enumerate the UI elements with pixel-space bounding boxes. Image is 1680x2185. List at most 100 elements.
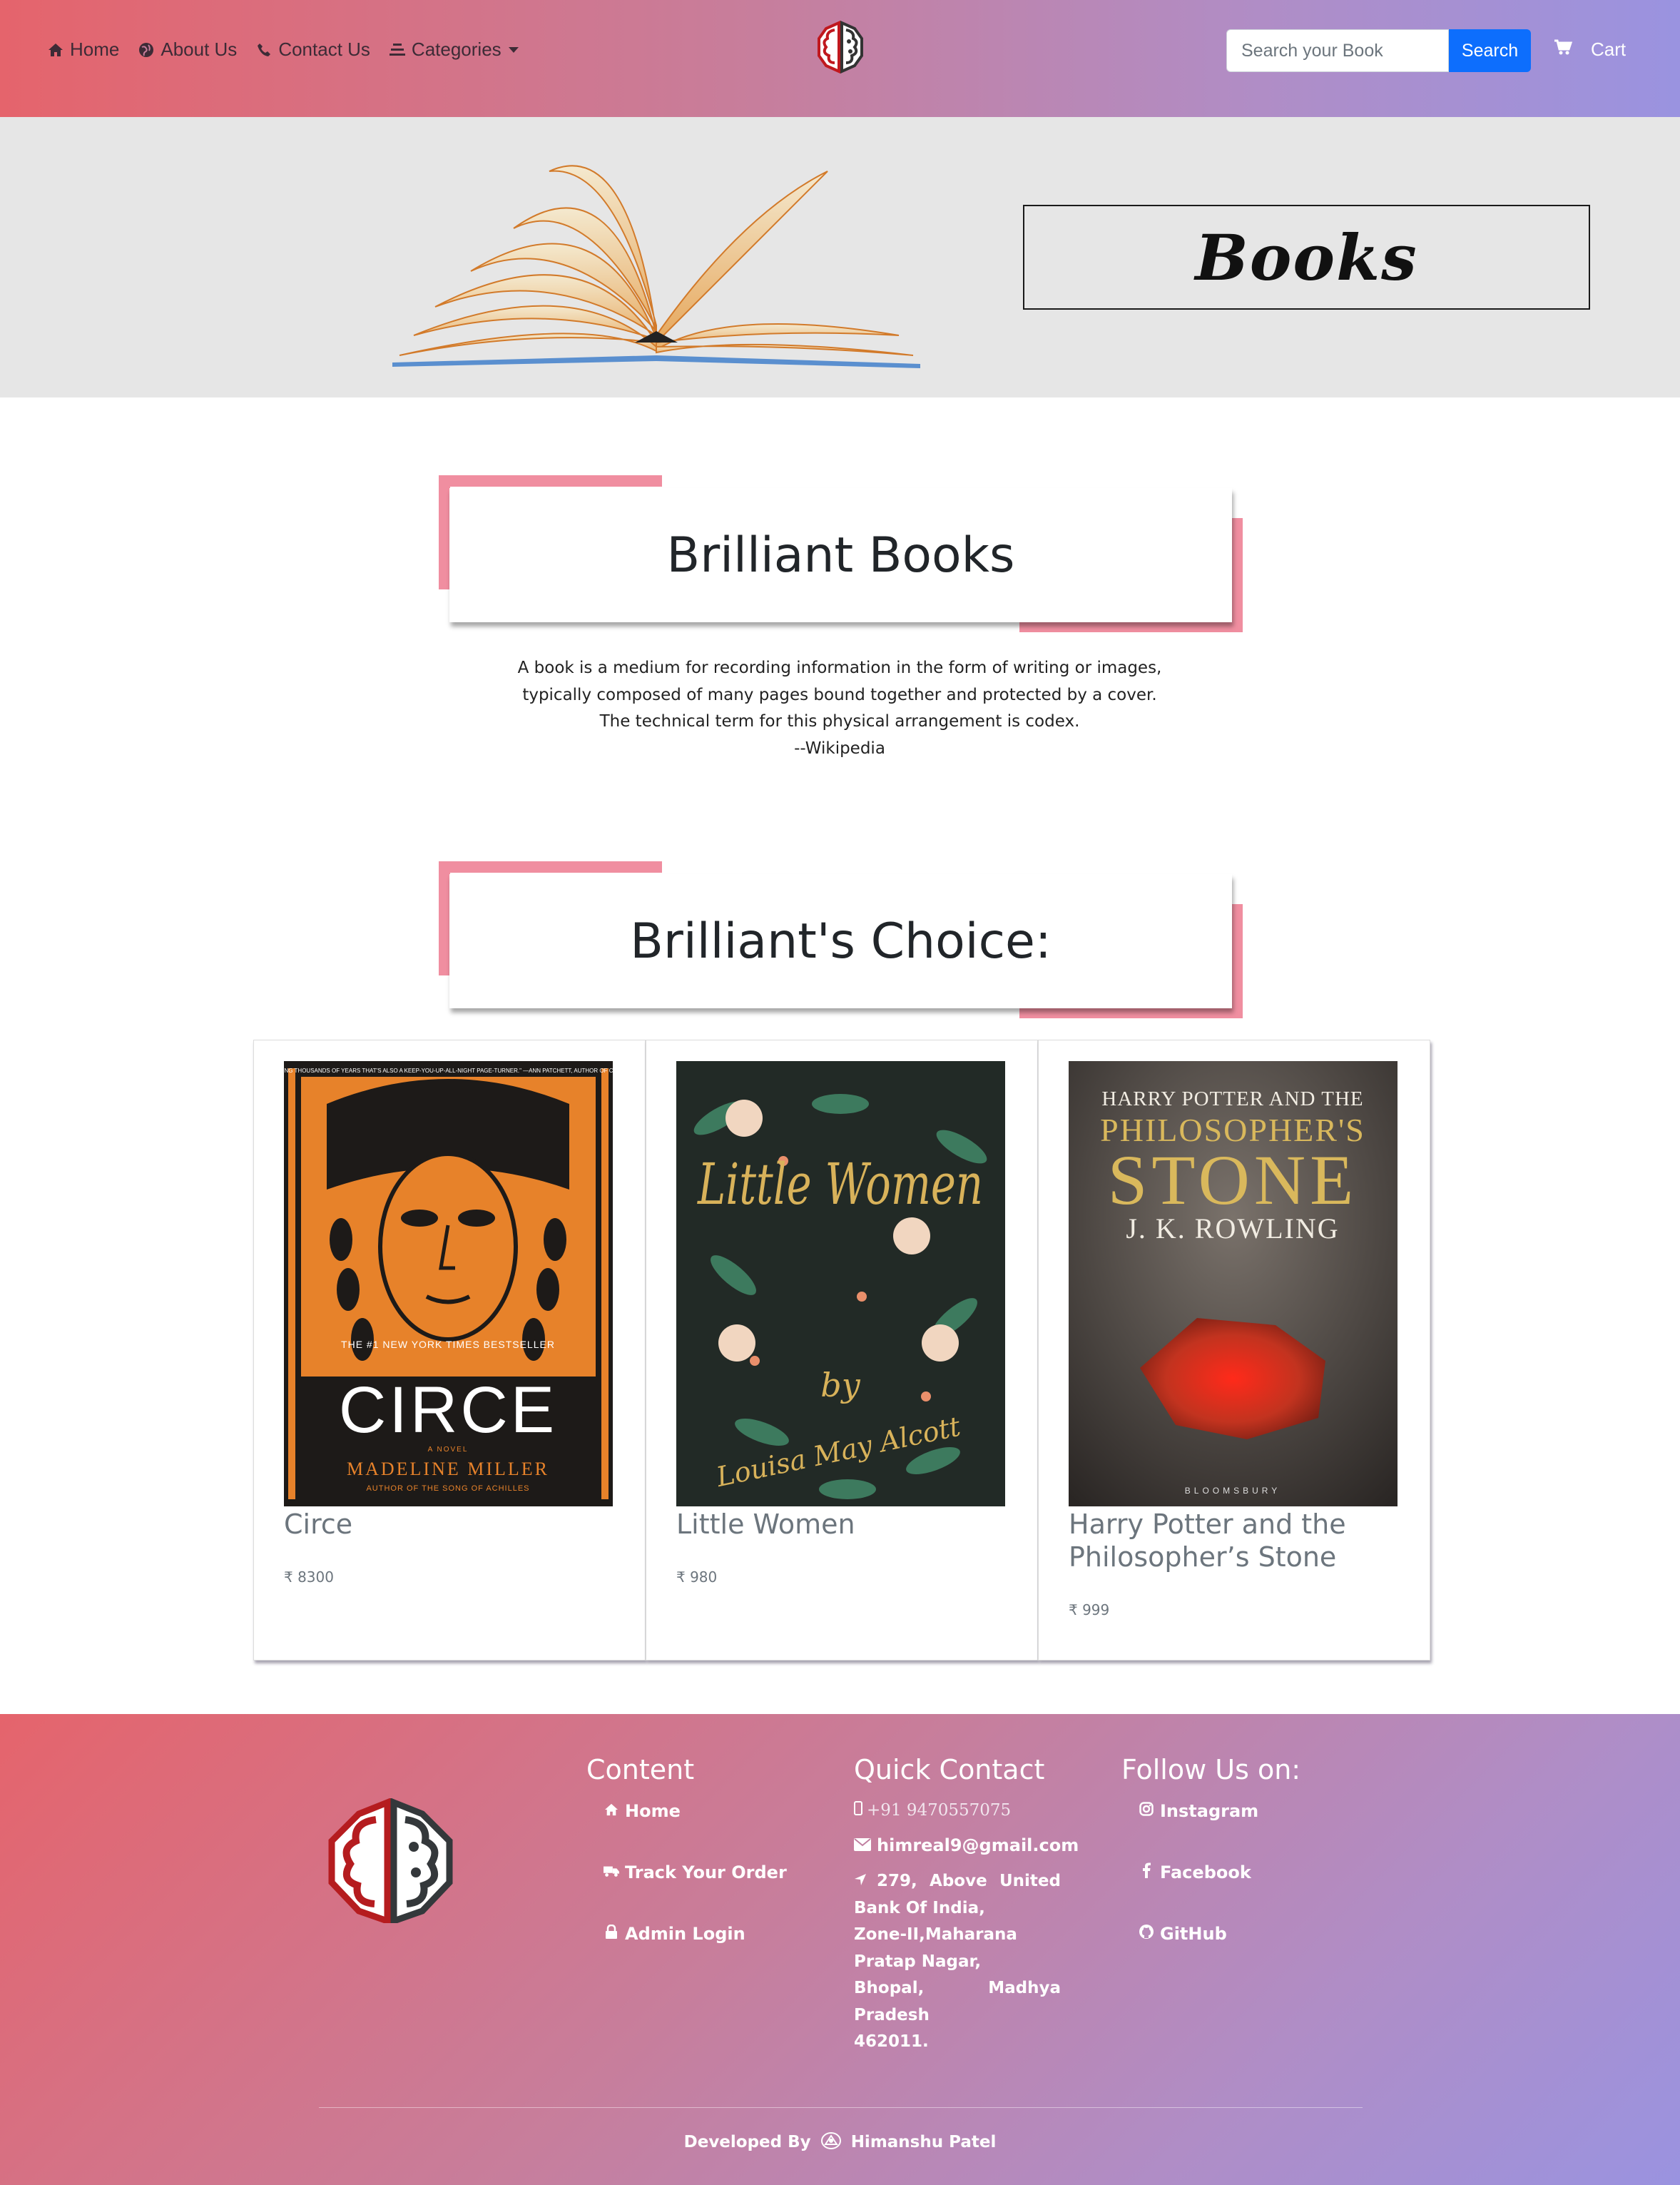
book-card-list: "AN EPIC SPANNING THOUSANDS OF YEARS THA… — [253, 1040, 1430, 1661]
book-title[interactable]: Little Women — [676, 1508, 1012, 1541]
book-card-little-women[interactable]: Little Women by Louisa May Alcott Little… — [646, 1040, 1038, 1661]
book-cover-harry-potter[interactable]: HARRY POTTER AND THE PHILOSOPHER'S STONE… — [1069, 1061, 1398, 1506]
search-form: Search — [1226, 29, 1531, 72]
circe-cover-novel: A NOVEL — [428, 1446, 469, 1454]
book-price: ₹ 8300 — [284, 1568, 334, 1586]
address-line: Bank Of India, — [854, 1898, 985, 1917]
open-book-illustration — [392, 165, 920, 368]
little-women-cover-by: by — [820, 1366, 860, 1404]
contact-email-text: himreal9@gmail.com — [877, 1835, 1079, 1855]
quote-source: --Wikipedia — [794, 739, 885, 758]
instagram-link[interactable]: Instagram — [1139, 1801, 1300, 1821]
footer-admin-login-label: Admin Login — [625, 1924, 745, 1944]
footer: Content Home Track Your Order Admin Logi… — [0, 1714, 1680, 2185]
address-line: Bhopal, Madhya — [854, 1979, 1061, 1997]
footer-credit: Developed By Himanshu Patel — [0, 2132, 1680, 2154]
contact-phone-text: +91 9470557075 — [867, 1801, 1012, 1820]
search-button[interactable]: Search — [1449, 29, 1531, 72]
book-card-harry-potter[interactable]: HARRY POTTER AND THE PHILOSOPHER'S STONE… — [1038, 1040, 1430, 1661]
brain-logo-icon[interactable] — [325, 1798, 457, 1923]
circe-cover-art: "AN EPIC SPANNING THOUSANDS OF YEARS THA… — [284, 1061, 613, 1506]
address-line: Pradesh — [854, 2005, 930, 2024]
home-icon — [604, 1803, 619, 1820]
choice-heading-card: Brilliant's Choice: — [449, 874, 1232, 1008]
hp-cover-title: STONE — [1108, 1140, 1358, 1220]
cart-icon — [1554, 39, 1573, 60]
github-icon — [1139, 1924, 1154, 1944]
hp-cover-author: J. K. ROWLING — [1126, 1212, 1339, 1244]
book-card-circe[interactable]: "AN EPIC SPANNING THOUSANDS OF YEARS THA… — [253, 1040, 646, 1661]
contact-phone[interactable]: +91 9470557075 — [854, 1801, 1079, 1820]
footer-divider — [319, 2107, 1363, 2108]
footer-content-heading: Content — [586, 1754, 695, 1785]
footer-admin-login-link[interactable]: Admin Login — [604, 1924, 787, 1944]
hero-banner: Books — [0, 117, 1680, 397]
address-line: 279, Above United — [877, 1872, 1061, 1890]
home-icon — [47, 41, 64, 59]
quote-line: typically composed of many pages bound t… — [522, 685, 1157, 704]
footer-contact-column: Quick Contact +91 9470557075 himreal9@gm… — [854, 1754, 1079, 2056]
nav-about-link[interactable]: About Us — [138, 39, 237, 61]
github-link[interactable]: GitHub — [1139, 1924, 1300, 1944]
list-icon — [389, 41, 406, 59]
circe-cover-author: MADELINE MILLER — [347, 1459, 549, 1479]
footer-track-order-link[interactable]: Track Your Order — [604, 1862, 787, 1882]
nav-about-label: About Us — [161, 39, 238, 60]
footer-home-link[interactable]: Home — [604, 1801, 787, 1821]
circe-cover-top: THE #1 NEW YORK TIMES BESTSELLER — [341, 1339, 555, 1350]
quote-line: The technical term for this physical arr… — [599, 712, 1080, 731]
footer-contact-heading: Quick Contact — [854, 1754, 1045, 1785]
circe-cover-blurb: "AN EPIC SPANNING THOUSANDS OF YEARS THA… — [284, 1068, 613, 1074]
address-line: Pratap Nagar, — [854, 1952, 982, 1971]
little-women-cover-art: Little Women by Louisa May Alcott — [676, 1061, 1005, 1506]
location-arrow-icon — [854, 1868, 867, 1895]
little-women-cover-title: Little Women — [697, 1151, 983, 1217]
footer-follow-column: Follow Us on: Instagram Facebook GitHub — [1121, 1754, 1300, 1944]
choice-heading: Brilliant's Choice: — [630, 913, 1052, 970]
credit-prefix: Developed By — [683, 2133, 811, 2151]
brain-logo-icon[interactable] — [813, 20, 867, 74]
book-title[interactable]: Circe — [284, 1508, 619, 1541]
footer-follow-heading: Follow Us on: — [1121, 1754, 1301, 1785]
book-cover-little-women[interactable]: Little Women by Louisa May Alcott — [676, 1061, 1005, 1506]
globe-icon — [138, 41, 155, 59]
credit-name[interactable]: Himanshu Patel — [851, 2133, 997, 2151]
navbar: Home About Us Contact Us Categories Sear… — [0, 0, 1680, 117]
hp-cover-publisher: BLOOMSBURY — [1185, 1486, 1281, 1496]
intro-heading: Brilliant Books — [666, 527, 1015, 584]
book-cover-circe[interactable]: "AN EPIC SPANNING THOUSANDS OF YEARS THA… — [284, 1061, 613, 1506]
intro-quote: A book is a medium for recording informa… — [412, 655, 1268, 762]
mobile-icon — [854, 1801, 862, 1820]
intro-heading-card: Brilliant Books — [449, 488, 1232, 622]
ubuntu-icon — [820, 2132, 841, 2154]
github-label: GitHub — [1160, 1924, 1227, 1944]
intro-heading-frame: Brilliant Books — [439, 475, 1243, 632]
book-title[interactable]: Harry Potter and the Philosopher’s Stone — [1069, 1508, 1404, 1573]
hp-cover-top: HARRY POTTER AND THE — [1101, 1088, 1363, 1110]
facebook-link[interactable]: Facebook — [1139, 1862, 1300, 1882]
envelope-icon — [854, 1835, 871, 1855]
harry-potter-cover-art: HARRY POTTER AND THE PHILOSOPHER'S STONE… — [1069, 1061, 1398, 1506]
nav-categories-label: Categories — [411, 39, 502, 60]
book-price: ₹ 999 — [1069, 1601, 1110, 1618]
contact-email[interactable]: himreal9@gmail.com — [854, 1835, 1079, 1855]
truck-icon — [604, 1864, 619, 1882]
footer-home-label: Home — [625, 1801, 681, 1821]
lock-icon — [604, 1924, 619, 1943]
instagram-icon — [1139, 1802, 1154, 1820]
circe-cover-note: AUTHOR OF THE SONG OF ACHILLES — [366, 1484, 529, 1493]
contact-address: 279, Above United Bank Of India, Zone-II… — [854, 1868, 1061, 2056]
nav-contact-link[interactable]: Contact Us — [255, 39, 370, 61]
hero-title-box: Books — [1023, 205, 1590, 310]
cart-link[interactable]: Cart — [1554, 39, 1626, 61]
phone-icon — [255, 41, 273, 59]
footer-track-order-label: Track Your Order — [625, 1862, 787, 1882]
address-line: 462011. — [854, 2032, 929, 2051]
nav-links: Home About Us Contact Us Categories — [47, 39, 537, 61]
nav-home-link[interactable]: Home — [47, 39, 119, 61]
nav-categories-dropdown[interactable]: Categories — [389, 39, 519, 61]
facebook-label: Facebook — [1160, 1862, 1251, 1882]
facebook-icon — [1139, 1862, 1154, 1882]
search-input[interactable] — [1226, 29, 1449, 72]
hero-title: Books — [1195, 220, 1418, 295]
